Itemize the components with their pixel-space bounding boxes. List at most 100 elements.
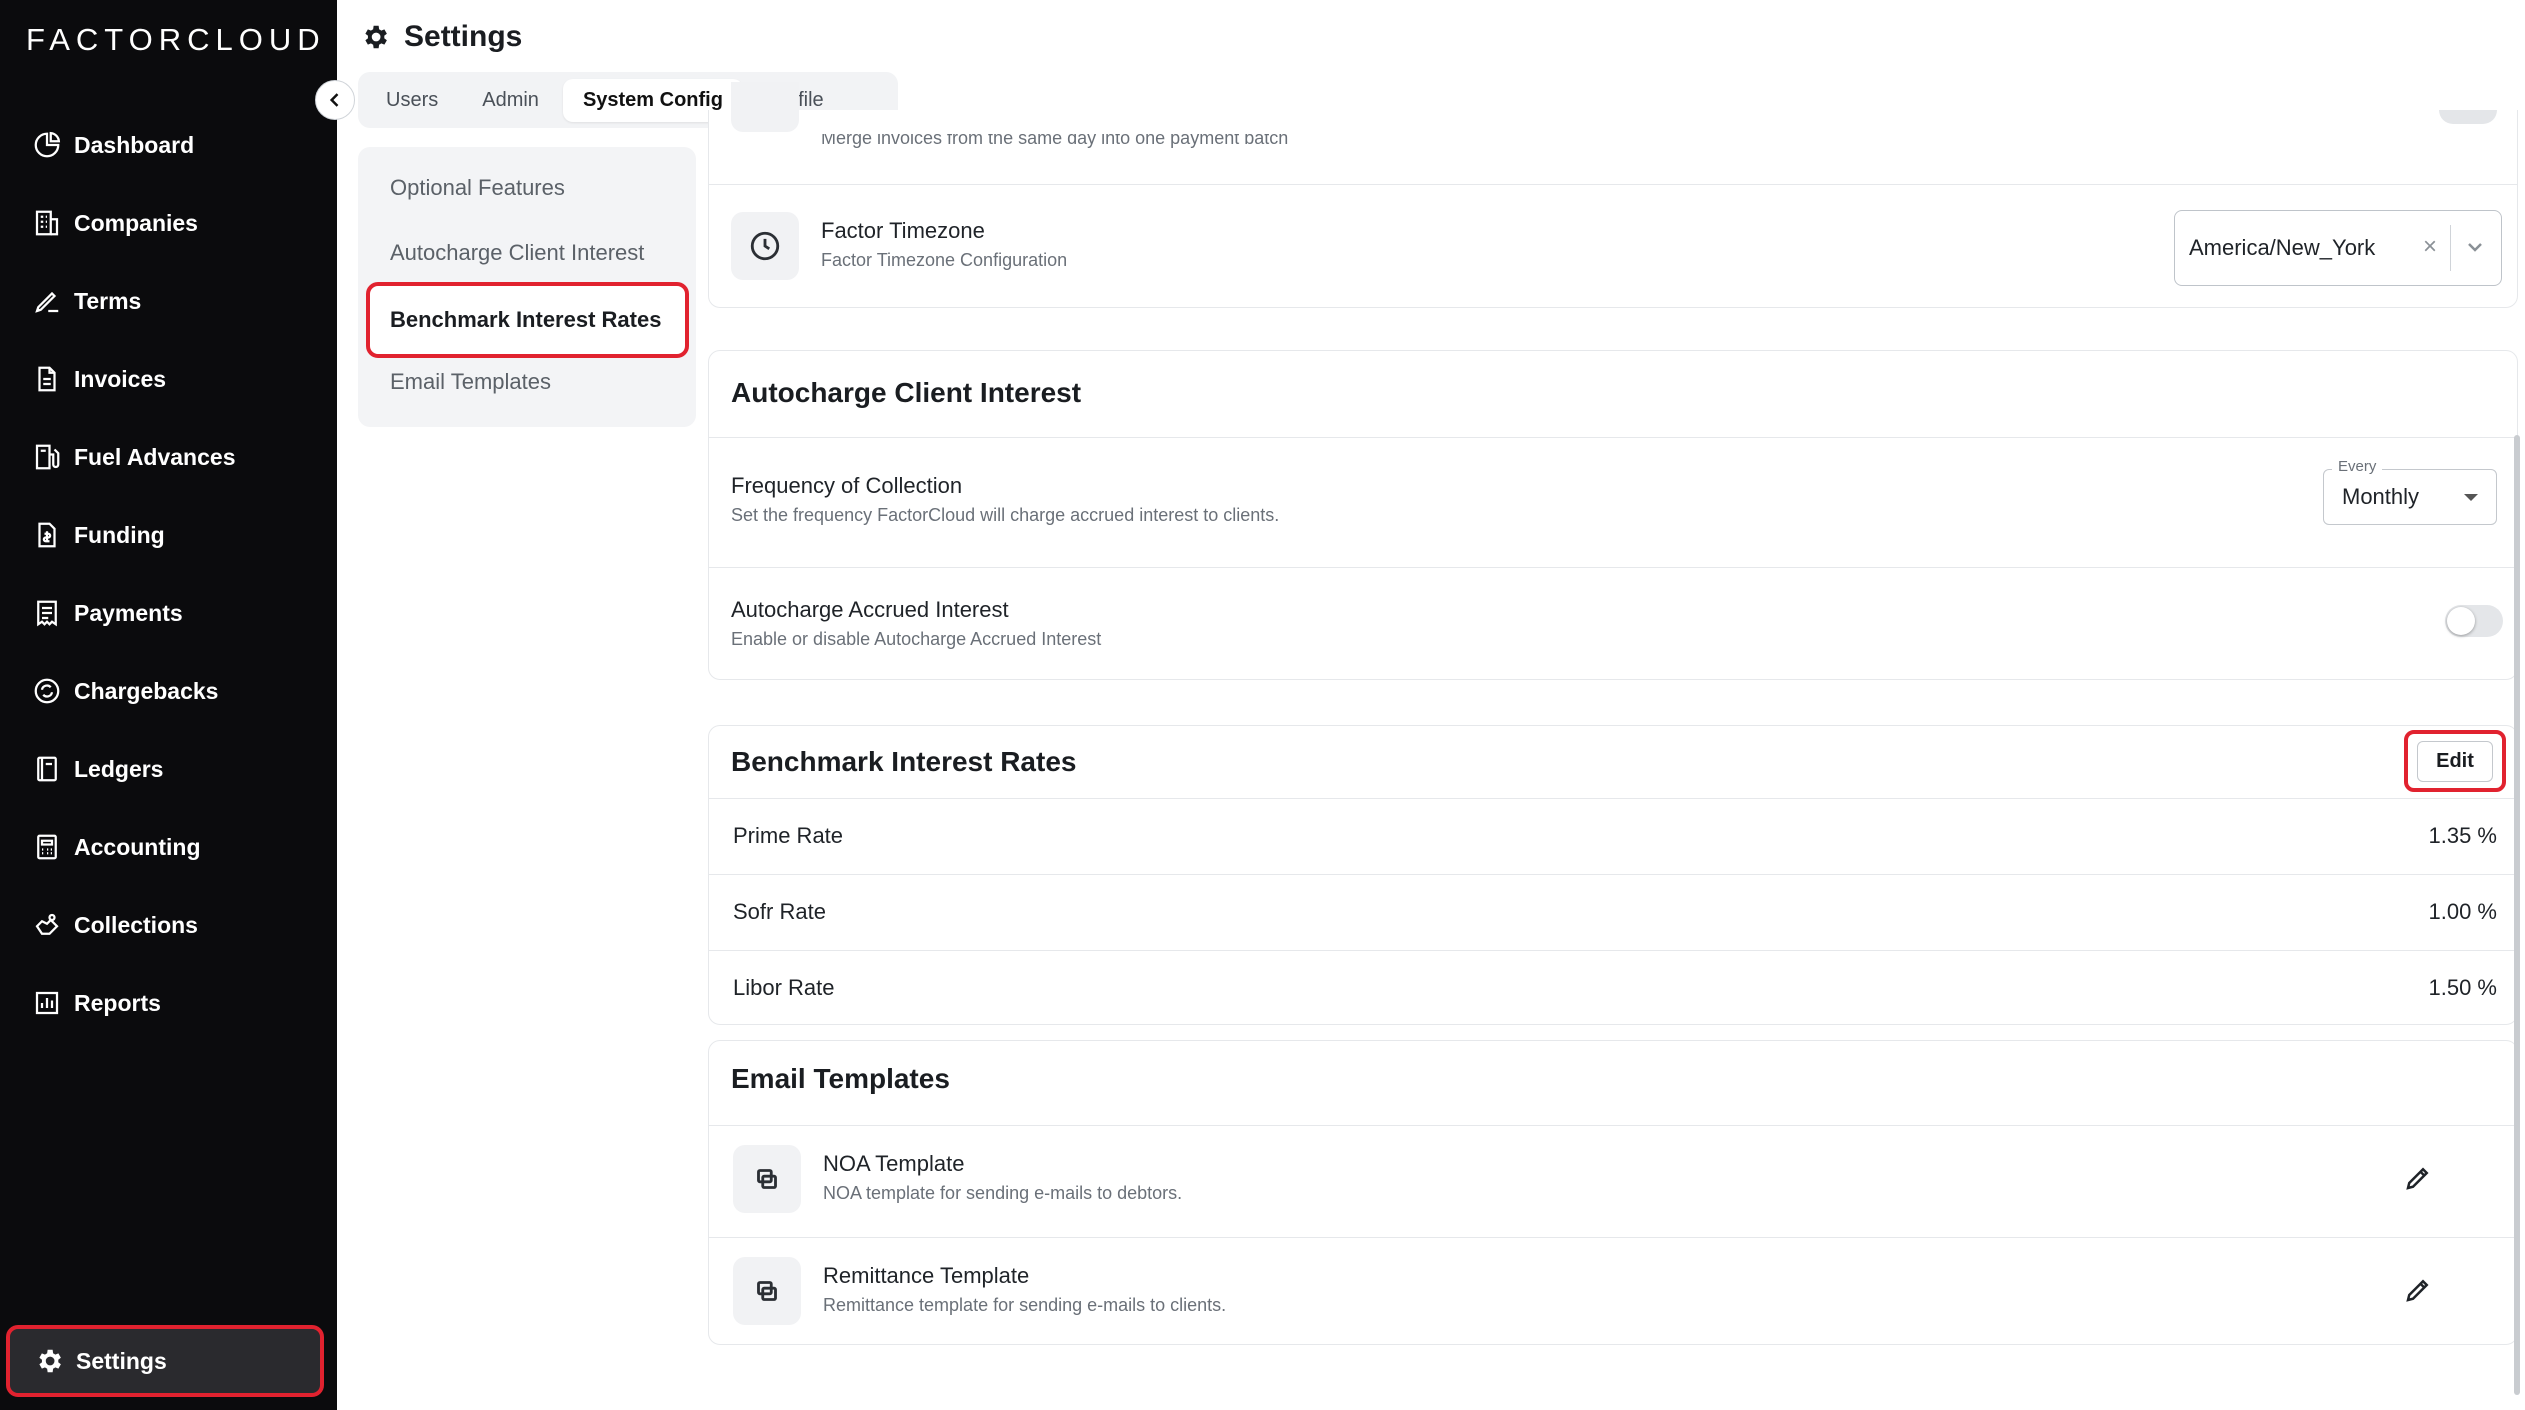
sidebar-item-funding[interactable]: Funding [0, 505, 337, 565]
email-templates-card: Email Templates NOA Template NOA templat… [708, 1040, 2518, 1345]
subnav-item-optional-features[interactable]: Optional Features [390, 175, 565, 201]
subnav-item-autocharge-client-interest[interactable]: Autocharge Client Interest [390, 240, 644, 266]
sidebar-item-label: Reports [74, 989, 161, 1016]
frequency-select[interactable]: Every Monthly [2323, 458, 2497, 525]
building-icon [35, 210, 59, 236]
timezone-row: Factor Timezone Factor Timezone Configur… [821, 218, 1067, 271]
collapse-sidebar-button[interactable] [315, 80, 355, 120]
sidebar-item-label: Accounting [74, 833, 201, 860]
sidebar-item-payments[interactable]: Payments [0, 583, 337, 643]
timezone-sub: Factor Timezone Configuration [821, 250, 1068, 270]
sidebar-item-label: Ledgers [74, 755, 164, 782]
benchmark-card: Benchmark Interest Rates Edit Prime Rate… [708, 725, 2518, 1025]
hand-coin-icon [35, 913, 59, 935]
document-icon [38, 366, 56, 392]
book-icon [37, 756, 57, 782]
divider [709, 1125, 2517, 1126]
merge-icon-box [731, 82, 799, 132]
page-title-text: Settings [404, 20, 523, 53]
frequency-row: Frequency of Collection Set the frequenc… [731, 473, 1279, 526]
template-title: NOA Template [823, 1151, 965, 1176]
template-icon [757, 1169, 777, 1189]
clear-icon[interactable]: × [2423, 233, 2437, 261]
sidebar-item-companies[interactable]: Companies [0, 193, 337, 253]
autocharge-heading: Autocharge Client Interest [731, 377, 1082, 408]
subnav-item-email-templates[interactable]: Email Templates [390, 369, 551, 395]
divider [709, 437, 2517, 438]
timezone-value: America/New_York [2189, 235, 2376, 260]
system-config-subnav: Optional Features Autocharge Client Inte… [358, 147, 696, 427]
sidebar-item-label: Invoices [74, 365, 167, 392]
clock-icon [750, 231, 780, 261]
sidebar-item-fuel-advances[interactable]: Fuel Advances [0, 427, 337, 487]
sidebar-item-label: Payments [74, 599, 183, 626]
chevron-down-icon[interactable] [2463, 235, 2487, 259]
merge-row: Merge invoices from the same day into on… [821, 134, 1288, 150]
timezone-title: Factor Timezone [821, 218, 985, 243]
rate-row-prime: Prime Rate 1.35 % [709, 798, 2517, 874]
accrued-row: Autocharge Accrued Interest Enable or di… [731, 597, 1101, 650]
template-sub: Remittance template for sending e-mails … [823, 1295, 1227, 1315]
gear-icon [365, 25, 387, 49]
sidebar-item-label: Fuel Advances [74, 443, 236, 470]
sidebar: FACTORCLOUD Dashboard Companies Terms In… [0, 0, 337, 1410]
receipt-icon [37, 600, 57, 627]
brand-logo: FACTORCLOUD [26, 22, 326, 57]
sidebar-item-terms[interactable]: Terms [0, 271, 337, 331]
sidebar-item-accounting[interactable]: Accounting [0, 817, 337, 877]
tab-users[interactable]: Users [366, 79, 458, 122]
toggle-knob [2447, 607, 2475, 635]
rate-value: 1.35 % [2428, 823, 2498, 848]
sidebar-item-reports[interactable]: Reports [0, 973, 337, 1033]
rate-row-libor: Libor Rate 1.50 % [709, 950, 2517, 1026]
divider [709, 184, 2517, 185]
rate-value: 1.50 % [2428, 975, 2498, 1000]
template-row-noa: NOA Template NOA template for sending e-… [823, 1151, 1182, 1204]
merge-toggle[interactable] [2439, 110, 2497, 124]
edit-button[interactable]: Edit [2417, 740, 2493, 782]
autocharge-card: Autocharge Client Interest Frequency of … [708, 350, 2518, 680]
select-separator [2450, 225, 2451, 271]
template-icon-box [733, 1145, 801, 1213]
sidebar-item-label: Funding [74, 521, 165, 548]
sidebar-item-collections[interactable]: Collections [0, 895, 337, 955]
accrued-interest-toggle[interactable] [2445, 605, 2503, 637]
template-row-remittance: Remittance Template Remittance template … [823, 1263, 1226, 1316]
timezone-select[interactable]: America/New_York × [2174, 210, 2502, 286]
accrued-sub: Enable or disable Autocharge Accrued Int… [731, 629, 1102, 649]
merge-sub: Merge invoices from the same day into on… [821, 134, 1289, 148]
fuel-icon [35, 444, 60, 470]
edit-pencil-icon[interactable] [2403, 1275, 2433, 1305]
sidebar-item-dashboard[interactable]: Dashboard [0, 115, 337, 175]
frequency-value: Monthly [2342, 484, 2420, 509]
sidebar-item-ledgers[interactable]: Ledgers [0, 739, 337, 799]
sidebar-item-invoices[interactable]: Invoices [0, 349, 337, 409]
email-heading: Email Templates [731, 1063, 950, 1094]
template-icon [757, 1281, 777, 1301]
edit-pencil-icon[interactable] [2403, 1163, 2433, 1193]
signature-icon [35, 291, 59, 313]
scrollbar[interactable] [2514, 435, 2520, 1395]
sidebar-item-chargebacks[interactable]: Chargebacks [0, 661, 337, 721]
frequency-label: Every [2332, 458, 2383, 475]
rate-value: 1.00 % [2428, 899, 2498, 924]
rate-name: Libor Rate [733, 975, 835, 1000]
divider [709, 567, 2517, 568]
template-sub: NOA template for sending e-mails to debt… [823, 1183, 1183, 1203]
pie-chart-icon [34, 131, 61, 158]
rate-name: Prime Rate [733, 823, 844, 848]
sidebar-item-label: Dashboard [74, 131, 195, 158]
tab-admin[interactable]: Admin [462, 79, 559, 122]
divider [709, 1237, 2517, 1238]
subnav-item-benchmark-interest-rates[interactable]: Benchmark Interest Rates [366, 282, 689, 358]
sidebar-item-settings[interactable]: Settings [6, 1325, 324, 1397]
benchmark-heading: Benchmark Interest Rates [731, 746, 1077, 777]
bar-chart-icon [35, 991, 59, 1015]
accrued-title: Autocharge Accrued Interest [731, 597, 1009, 622]
frequency-sub: Set the frequency FactorCloud will charg… [731, 505, 1280, 525]
template-title: Remittance Template [823, 1263, 1030, 1288]
optional-features-card: Merge invoices from the same day into on… [708, 82, 2518, 308]
gear-icon [39, 1349, 61, 1373]
page-title: Settings [360, 20, 522, 54]
caret-down-icon [2464, 494, 2478, 501]
